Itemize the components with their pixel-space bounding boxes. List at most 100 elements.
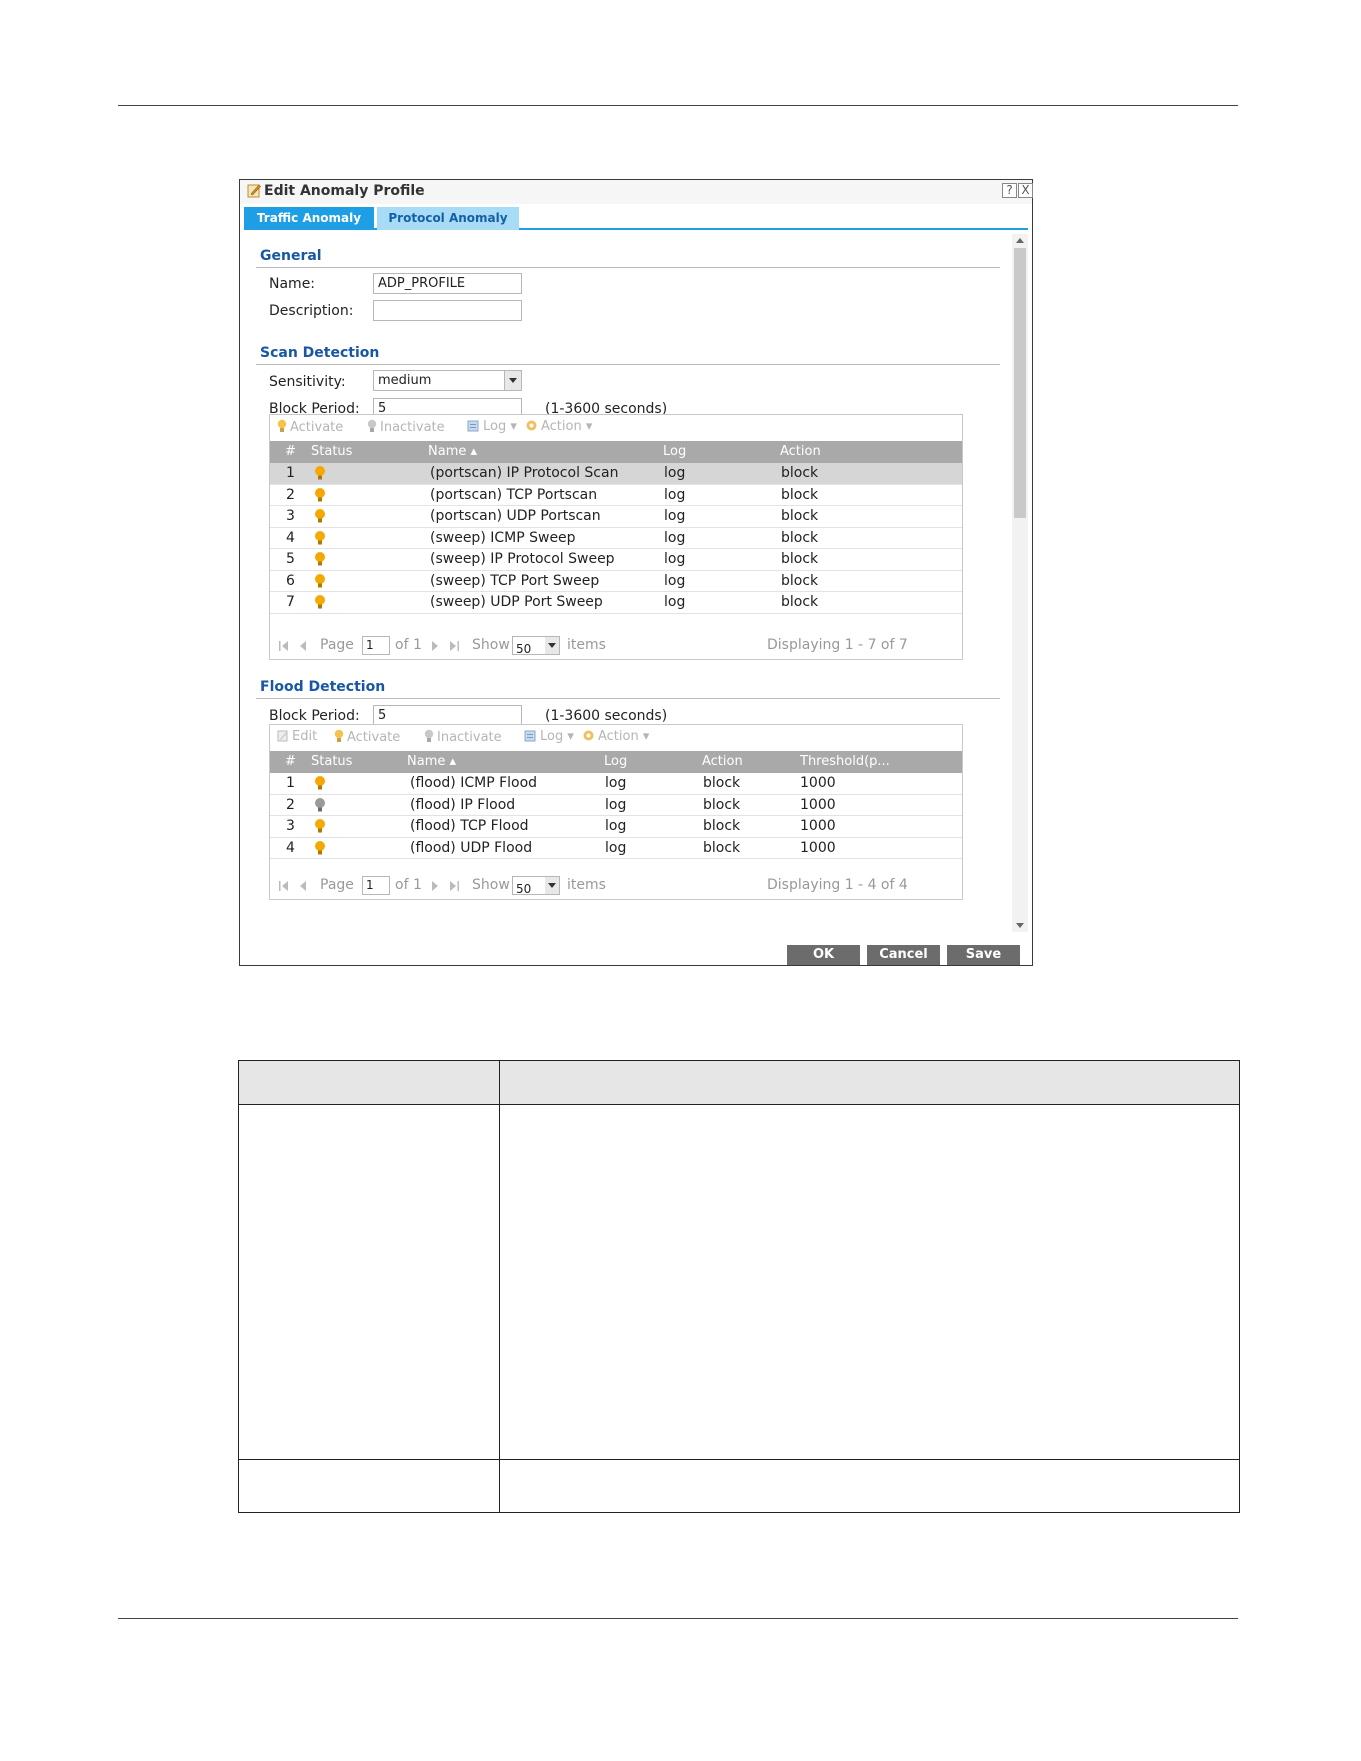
bulb-on-icon[interactable] [314, 818, 326, 834]
page-size-select[interactable]: 50 [512, 876, 560, 896]
cell-num: 3 [286, 818, 295, 834]
description-label: Description: [269, 303, 354, 319]
log-button[interactable]: Log ▾ [467, 419, 517, 434]
table-row[interactable]: 2 (portscan) TCP Portscan log block [270, 485, 962, 506]
flood-action-button[interactable]: Action ▾ [582, 729, 649, 744]
table-row[interactable]: 2 (flood) IP Flood log block 1000 [270, 795, 962, 816]
name-input[interactable]: ADP_PROFILE [373, 273, 522, 294]
cell-threshold: 1000 [800, 818, 836, 834]
bulb-on-icon[interactable] [314, 775, 326, 791]
col-name[interactable]: Name ▴ [407, 754, 456, 769]
col-action[interactable]: Action [702, 754, 743, 769]
tab-traffic-anomaly[interactable]: Traffic Anomaly [244, 207, 374, 230]
page-input[interactable]: 1 [362, 876, 390, 895]
last-page-icon[interactable] [448, 640, 460, 652]
chevron-down-icon[interactable] [545, 877, 559, 894]
cell-num: 1 [286, 775, 295, 791]
vertical-scrollbar[interactable] [1012, 234, 1028, 932]
bulb-on-icon[interactable] [314, 840, 326, 856]
cell-name: (flood) IP Flood [410, 796, 516, 813]
edit-button[interactable]: Edit [277, 729, 317, 744]
cancel-button[interactable]: Cancel [867, 945, 940, 965]
inactivate-label: Inactivate [380, 420, 445, 435]
gear-icon [583, 730, 594, 741]
col-log[interactable]: Log [663, 444, 686, 459]
cell-num: 5 [286, 551, 295, 567]
prev-page-icon[interactable] [298, 640, 308, 652]
first-page-icon[interactable] [278, 640, 290, 652]
table-row[interactable]: 4 (flood) UDP Flood log block 1000 [270, 838, 962, 859]
scan-toolbar: Activate Inactivate Log ▾ Action ▾ [270, 415, 962, 441]
inactivate-button[interactable]: Inactivate [367, 419, 445, 435]
show-label: Show [472, 637, 510, 653]
col-name[interactable]: Name ▴ [428, 444, 477, 459]
table-row[interactable]: 3 (portscan) UDP Portscan log block [270, 506, 962, 528]
bulb-on-icon[interactable] [314, 573, 326, 589]
flood-log-button[interactable]: Log ▾ [524, 729, 574, 744]
log-label: Log [483, 419, 507, 434]
cell-num: 7 [286, 594, 295, 610]
cell-action: block [781, 508, 819, 524]
flood-activate-button[interactable]: Activate [334, 729, 400, 745]
bulb-on-icon[interactable] [314, 487, 326, 503]
dialog-content: General Name: ADP_PROFILE Description: S… [240, 234, 1012, 934]
help-button[interactable]: ? [1002, 183, 1017, 198]
activate-button[interactable]: Activate [277, 419, 343, 435]
page-size-select[interactable]: 50 [512, 636, 560, 656]
bulb-on-icon[interactable] [314, 508, 326, 524]
chevron-down-icon[interactable] [504, 371, 521, 390]
page-input[interactable]: 1 [362, 636, 390, 655]
scan-detection-rule [256, 364, 1000, 365]
sensitivity-select[interactable]: medium [373, 370, 522, 391]
col-num: # [285, 754, 296, 769]
page-size-value: 50 [516, 882, 532, 896]
table-row[interactable]: 7 (sweep) UDP Port Sweep log block [270, 592, 962, 614]
bulb-on-icon[interactable] [314, 551, 326, 567]
close-button[interactable]: X [1018, 183, 1033, 198]
cell-log: log [605, 818, 627, 834]
flood-inactivate-button[interactable]: Inactivate [424, 729, 502, 745]
bulb-on-icon[interactable] [314, 594, 326, 610]
next-page-icon[interactable] [430, 880, 440, 892]
cell-action: block [781, 529, 819, 546]
cell-num: 4 [286, 529, 295, 546]
cell-action: block [781, 465, 819, 481]
col-status[interactable]: Status [311, 444, 352, 459]
ok-button[interactable]: OK [787, 945, 860, 965]
general-rule [256, 267, 1000, 268]
cell-action: block [781, 572, 819, 589]
bulb-off-icon[interactable] [314, 797, 326, 813]
cell-num: 1 [286, 465, 295, 481]
table-row[interactable]: 1 (portscan) IP Protocol Scan log block [270, 463, 962, 485]
table-row[interactable]: 1 (flood) ICMP Flood log block 1000 [270, 773, 962, 795]
table-row[interactable]: 3 (flood) TCP Flood log block 1000 [270, 816, 962, 838]
bulb-on-icon[interactable] [314, 530, 326, 546]
first-page-icon[interactable] [278, 880, 290, 892]
description-input[interactable] [373, 300, 522, 321]
name-label: Name: [269, 276, 316, 292]
table-row[interactable]: 6 (sweep) TCP Port Sweep log block [270, 571, 962, 592]
bulb-on-icon[interactable] [314, 465, 326, 481]
scroll-down-icon[interactable] [1016, 923, 1024, 928]
table-row[interactable]: 4 (sweep) ICMP Sweep log block [270, 528, 962, 549]
action-button[interactable]: Action ▾ [525, 419, 592, 434]
col-action[interactable]: Action [780, 444, 821, 459]
scroll-thumb[interactable] [1014, 248, 1026, 518]
col-threshold[interactable]: Threshold(p... [800, 754, 890, 769]
col-log[interactable]: Log [604, 754, 627, 769]
next-page-icon[interactable] [430, 640, 440, 652]
cell-num: 2 [286, 796, 295, 813]
scroll-up-icon[interactable] [1016, 238, 1024, 243]
table-row[interactable]: 5 (sweep) IP Protocol Sweep log block [270, 549, 962, 571]
flood-inactivate-label: Inactivate [437, 730, 502, 745]
last-page-icon[interactable] [448, 880, 460, 892]
tab-protocol-anomaly[interactable]: Protocol Anomaly [377, 207, 519, 230]
flood-block-period-input[interactable]: 5 [373, 705, 522, 726]
chevron-down-icon[interactable] [545, 637, 559, 654]
bulb-off-icon [367, 419, 377, 432]
save-button[interactable]: Save [947, 945, 1020, 965]
page-label: Page [320, 877, 354, 893]
prev-page-icon[interactable] [298, 880, 308, 892]
scan-pager: Page 1 of 1 Show 50 items Displaying 1 -… [270, 633, 962, 659]
col-status[interactable]: Status [311, 754, 352, 769]
